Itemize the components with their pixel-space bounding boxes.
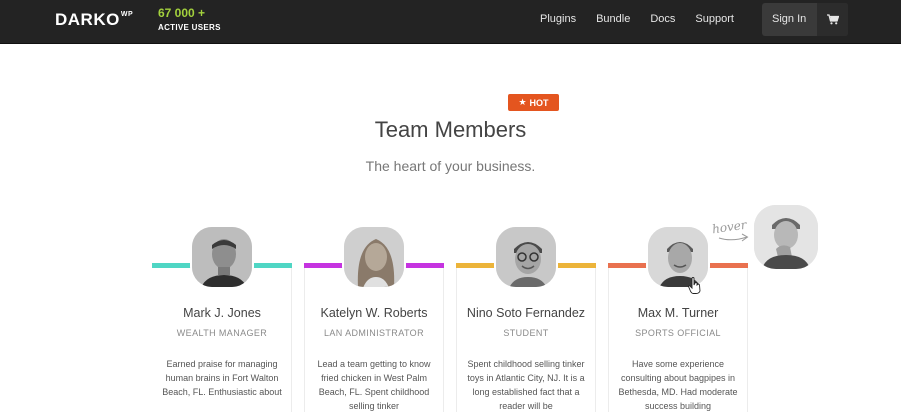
avatar [494,225,558,289]
nav-bundle[interactable]: Bundle [596,13,630,25]
cart-icon [826,14,839,25]
star-icon: ★ [518,97,527,107]
card-divider [291,268,292,412]
member-bio: Lead a team getting to know fried chicke… [317,359,431,411]
hand-cursor-icon [688,277,701,294]
nav-plugins[interactable]: Plugins [540,13,576,25]
nav-docs[interactable]: Docs [650,13,675,25]
card-divider [608,268,609,412]
card-divider [456,268,457,412]
member-name: Max M. Turner [637,306,719,320]
member-name: Mark J. Jones [183,306,261,320]
team-card-max[interactable]: Max M. Turner SPORTS OFFICIAL Have some … [608,225,748,412]
users-count: 67 000 + [158,6,206,20]
card-divider [443,268,444,412]
member-role: STUDENT [503,328,549,338]
section-title: Team Members [374,117,527,142]
cart-button[interactable] [817,3,848,36]
hover-preview-avatar [754,205,818,269]
member-name: Katelyn W. Roberts [320,306,428,320]
signin-button[interactable]: Sign In [772,13,806,25]
logo-text: DARKO [55,10,120,29]
card-divider [304,268,305,412]
team-card-katelyn[interactable]: Katelyn W. Roberts LAN ADMINISTRATOR Lea… [304,225,444,412]
nav-support[interactable]: Support [695,13,734,25]
top-navbar: DARKOWP 67 000 + ACTIVE USERS Plugins Bu… [0,0,901,44]
users-label: ACTIVE USERS [158,23,221,32]
arrow-icon [718,233,749,242]
member-name: Nino Soto Fernandez [466,306,586,320]
team-card-nino[interactable]: Nino Soto Fernandez STUDENT Spent childh… [456,225,596,412]
card-divider [747,268,748,412]
avatar [342,225,406,289]
signin-group: Sign In [762,3,848,36]
avatar [190,225,254,289]
member-bio: Have some experience consulting about ba… [618,359,738,411]
member-bio: Spent childhood selling tinker toys in A… [467,359,585,411]
logo[interactable]: DARKOWP [55,10,133,30]
member-bio: Earned praise for managing human brains … [162,359,282,397]
member-role: SPORTS OFFICIAL [635,328,721,338]
card-divider [595,268,596,412]
section-subtitle: The heart of your business. [365,158,536,174]
main-nav: Plugins Bundle Docs Support [540,13,754,25]
member-role: LAN ADMINISTRATOR [324,328,424,338]
hot-badge: ★ HOT [508,94,559,111]
active-users-stat: 67 000 + ACTIVE USERS [158,6,221,33]
logo-sup: WP [120,11,134,19]
hot-badge-label: HOT [529,97,549,108]
member-role: WEALTH MANAGER [176,328,268,338]
team-card-mark[interactable]: Mark J. Jones WEALTH MANAGER Earned prai… [152,225,292,412]
